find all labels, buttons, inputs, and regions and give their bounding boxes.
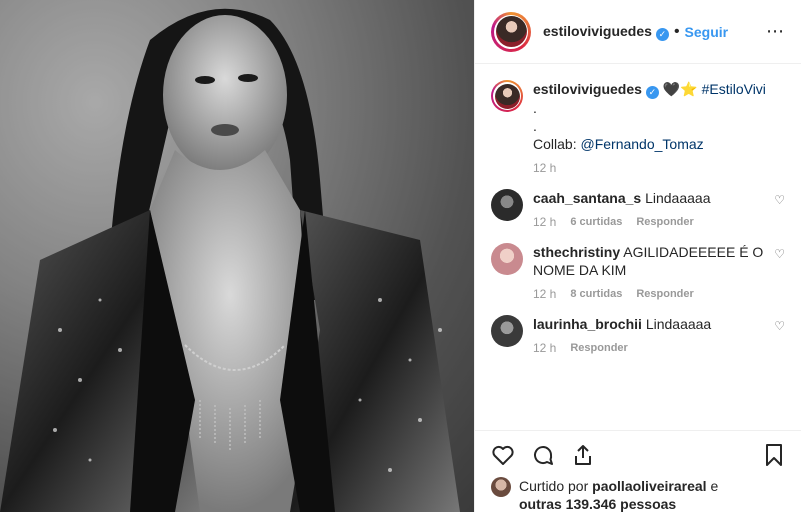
caption: estiloviviguedes ✓ 🖤⭐ #EstiloVivi . . Col… <box>491 80 785 177</box>
likes-summary: Curtido por paollaoliveirareal e outras … <box>491 477 786 513</box>
share-icon[interactable] <box>571 443 595 467</box>
reply-button[interactable]: Responder <box>570 339 627 357</box>
save-icon[interactable] <box>762 443 786 467</box>
likes-conj: e <box>710 478 719 494</box>
comment-likes[interactable]: 6 curtidas <box>570 213 622 231</box>
liker-avatar[interactable] <box>491 477 511 497</box>
caption-line: . <box>533 117 537 134</box>
like-icon[interactable] <box>491 443 515 467</box>
comment-like-icon[interactable]: ♡ <box>774 189 785 207</box>
reply-button[interactable]: Responder <box>636 213 693 231</box>
commenter-avatar[interactable] <box>491 314 523 347</box>
caption-hashtag[interactable]: #EstiloVivi <box>702 81 766 97</box>
post-container: estiloviviguedes ✓ • Seguir ⋯ estilovivig… <box>0 0 801 512</box>
comment-time[interactable]: 12 h <box>533 285 556 303</box>
commenter-avatar[interactable] <box>491 188 523 221</box>
commenter-username[interactable]: caah_santana_s <box>533 190 641 206</box>
comment-item: sthechristiny AGILIDADEEEEE É O NOME DA … <box>491 242 785 303</box>
comment-like-icon[interactable]: ♡ <box>774 243 785 261</box>
caption-line: . <box>533 99 537 116</box>
post-sidebar: estiloviviguedes ✓ • Seguir ⋯ estilovivig… <box>474 0 801 512</box>
likes-others[interactable]: outras 139.346 pessoas <box>519 496 676 512</box>
liker-username[interactable]: paollaoliveirareal <box>592 478 706 494</box>
post-header: estiloviviguedes ✓ • Seguir ⋯ <box>475 0 801 64</box>
caption-emojis: 🖤⭐ <box>662 81 698 97</box>
author-avatar[interactable] <box>491 11 531 52</box>
reply-button[interactable]: Responder <box>636 285 693 303</box>
caption-time[interactable]: 12 h <box>533 159 556 177</box>
post-actions: Curtido por paollaoliveirareal e outras … <box>475 430 801 512</box>
caption-collab: Collab: @Fernando_Tomaz <box>533 135 785 153</box>
likes-prefix: Curtido por <box>519 478 589 494</box>
comment-text: Lindaaaaa <box>645 189 711 206</box>
comment-item: laurinha_brochii Lindaaaaa 12 h Responde… <box>491 314 785 357</box>
comment-icon[interactable] <box>531 443 555 467</box>
post-photo[interactable] <box>0 0 474 512</box>
verified-icon: ✓ <box>655 27 669 41</box>
commenter-avatar[interactable] <box>491 242 523 275</box>
commenter-username[interactable]: laurinha_brochii <box>533 316 642 332</box>
author-username[interactable]: estiloviviguedes ✓ <box>543 23 669 41</box>
commenter-username[interactable]: sthechristiny <box>533 244 620 260</box>
caption-avatar[interactable] <box>491 80 523 112</box>
comment-like-icon[interactable]: ♡ <box>774 315 785 333</box>
username-text[interactable]: estiloviviguedes <box>543 23 652 39</box>
comments-section: estiloviviguedes ✓ 🖤⭐ #EstiloVivi . . Col… <box>475 64 801 430</box>
comment-likes[interactable]: 8 curtidas <box>570 285 622 303</box>
caption-username[interactable]: estiloviviguedes <box>533 81 642 97</box>
comment-time[interactable]: 12 h <box>533 213 556 231</box>
collab-handle-link[interactable]: @Fernando_Tomaz <box>580 136 703 152</box>
verified-icon: ✓ <box>645 85 659 99</box>
collab-label: Collab: <box>533 135 577 152</box>
comment-time[interactable]: 12 h <box>533 339 556 357</box>
comment-item: caah_santana_s Lindaaaaa 12 h 6 curtidas… <box>491 188 785 231</box>
photo-illustration <box>0 0 474 512</box>
separator-dot: • <box>673 22 680 40</box>
follow-button[interactable]: Seguir <box>685 24 729 40</box>
more-icon[interactable]: ⋯ <box>766 21 785 42</box>
comment-text: Lindaaaaa <box>645 315 712 332</box>
